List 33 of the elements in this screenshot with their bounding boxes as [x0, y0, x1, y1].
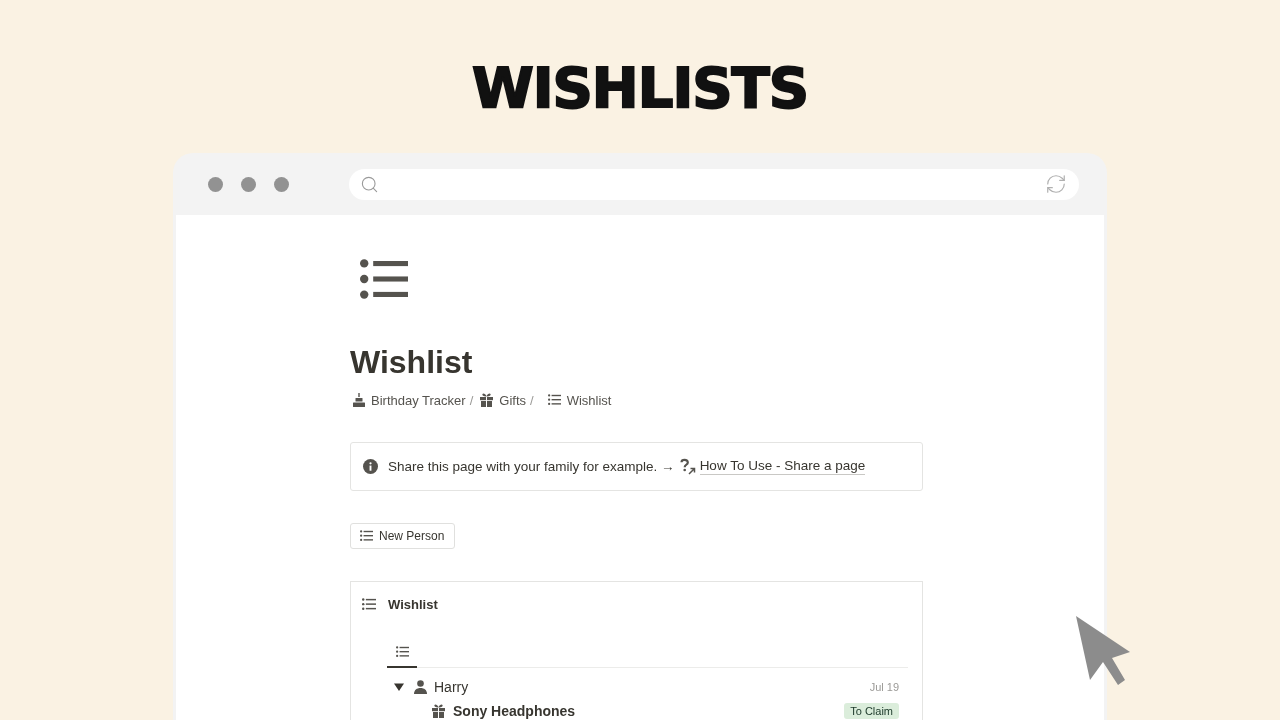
window-dot-icon[interactable] — [241, 176, 256, 192]
person-icon — [414, 680, 427, 694]
status-tag: To Claim — [844, 703, 899, 719]
breadcrumb-link[interactable]: Gifts — [480, 392, 526, 408]
list-icon — [360, 530, 373, 542]
breadcrumb-link[interactable]: Birthday Tracker — [350, 392, 466, 408]
headline: WISHLISTS — [471, 58, 809, 118]
date-text: Jul 19 — [869, 681, 899, 693]
database-title: Wishlist — [388, 596, 438, 612]
toggle-icon[interactable] — [394, 682, 404, 692]
breadcrumb-link[interactable]: Wishlist — [547, 392, 612, 408]
gift-icon — [432, 704, 445, 718]
list-icon — [360, 258, 408, 300]
list-icon — [547, 394, 561, 406]
page-link[interactable]: How To Use - Share a page — [699, 458, 866, 475]
question-arrow-icon — [679, 458, 696, 475]
list-icon — [362, 597, 376, 611]
item-name: Sony Headphones — [453, 703, 576, 719]
breadcrumb-separator: / — [469, 392, 474, 408]
page-title: Wishlist — [350, 343, 474, 382]
window-dot-icon[interactable] — [208, 176, 223, 192]
new-person-button[interactable]: New Person — [350, 523, 456, 549]
window-dot-icon[interactable] — [274, 176, 289, 192]
info-icon — [363, 459, 378, 474]
breadcrumb-separator: / — [530, 392, 534, 408]
refresh-icon[interactable] — [1045, 173, 1067, 195]
list-icon — [395, 646, 409, 658]
callout-text: Share this page with your family for example. → — [388, 459, 675, 474]
search-icon — [360, 174, 379, 194]
group-name: Harry — [434, 679, 469, 695]
cursor-icon — [1074, 614, 1132, 688]
cake-icon — [353, 393, 365, 407]
gift-icon — [480, 393, 494, 407]
